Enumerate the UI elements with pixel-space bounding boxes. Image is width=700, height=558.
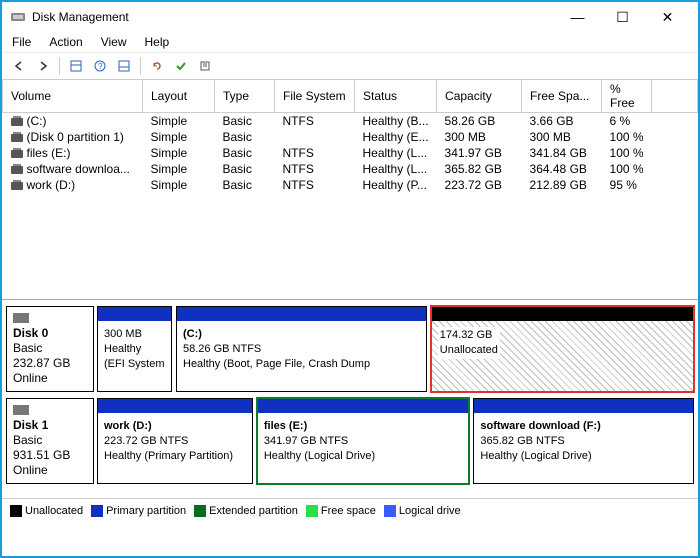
volume-list[interactable]: Volume Layout Type File System Status Ca… [2, 80, 698, 300]
properties-icon[interactable] [194, 55, 216, 77]
commit-icon[interactable] [170, 55, 192, 77]
legend-primary: Primary partition [106, 505, 186, 517]
volume-icon [11, 118, 23, 126]
volume-icon [11, 166, 23, 174]
menu-action[interactable]: Action [49, 35, 82, 49]
back-button[interactable] [8, 55, 30, 77]
disk1-part3[interactable]: software download (F:)365.82 GB NTFSHeal… [473, 398, 694, 484]
view-top-icon[interactable] [65, 55, 87, 77]
col-fs[interactable]: File System [275, 80, 355, 113]
col-layout[interactable]: Layout [143, 80, 215, 113]
disk-icon [13, 405, 29, 415]
menu-view[interactable]: View [101, 35, 127, 49]
disk1-label: Disk 1 [13, 418, 87, 432]
menubar: File Action View Help [2, 32, 698, 52]
help-icon[interactable]: ? [89, 55, 111, 77]
col-status[interactable]: Status [355, 80, 437, 113]
volume-icon [11, 150, 23, 158]
table-row[interactable]: work (D:)SimpleBasicNTFSHealthy (P...223… [3, 177, 698, 193]
volume-icon [11, 134, 23, 142]
titlebar: Disk Management — ☐ ✕ [2, 2, 698, 32]
refresh-icon[interactable] [146, 55, 168, 77]
disk0-label: Disk 0 [13, 326, 87, 340]
disk-map: Disk 0 Basic 232.87 GB Online 300 MBHeal… [2, 300, 698, 498]
col-volume[interactable]: Volume [3, 80, 143, 113]
menu-help[interactable]: Help [145, 35, 170, 49]
svg-text:?: ? [98, 62, 103, 71]
disk0-info[interactable]: Disk 0 Basic 232.87 GB Online [6, 306, 94, 392]
col-type[interactable]: Type [215, 80, 275, 113]
window-title: Disk Management [32, 10, 555, 24]
close-button[interactable]: ✕ [645, 3, 690, 31]
disk-icon [13, 313, 29, 323]
toolbar: ? [2, 52, 698, 80]
legend-free: Free space [321, 505, 376, 517]
disk1-size: 931.51 GB [13, 448, 87, 462]
table-row[interactable]: software downloa...SimpleBasicNTFSHealth… [3, 161, 698, 177]
col-spacer [652, 80, 698, 113]
disk0-unallocated[interactable]: 174.32 GBUnallocated [431, 306, 694, 392]
disk1-part1[interactable]: work (D:)223.72 GB NTFSHealthy (Primary … [97, 398, 253, 484]
legend-extended: Extended partition [209, 505, 298, 517]
disk0-part2[interactable]: (C:)58.26 GB NTFSHealthy (Boot, Page Fil… [176, 306, 427, 392]
menu-file[interactable]: File [12, 35, 31, 49]
disk0-part1[interactable]: 300 MBHealthy (EFI System [97, 306, 172, 392]
legend-unallocated: Unallocated [25, 505, 83, 517]
minimize-button[interactable]: — [555, 3, 600, 31]
forward-button[interactable] [32, 55, 54, 77]
col-capacity[interactable]: Capacity [437, 80, 522, 113]
table-row[interactable]: (C:)SimpleBasicNTFSHealthy (B...58.26 GB… [3, 113, 698, 130]
app-icon [10, 9, 26, 25]
volume-icon [11, 182, 23, 190]
disk0-size: 232.87 GB [13, 356, 87, 370]
table-row[interactable]: files (E:)SimpleBasicNTFSHealthy (L...34… [3, 145, 698, 161]
disk1-type: Basic [13, 433, 87, 447]
maximize-button[interactable]: ☐ [600, 3, 645, 31]
col-free[interactable]: Free Spa... [522, 80, 602, 113]
disk-row-1: Disk 1 Basic 931.51 GB Online work (D:)2… [6, 398, 694, 484]
legend: Unallocated Primary partition Extended p… [2, 498, 698, 523]
table-row[interactable]: (Disk 0 partition 1)SimpleBasicHealthy (… [3, 129, 698, 145]
disk0-status: Online [13, 371, 87, 385]
disk-row-0: Disk 0 Basic 232.87 GB Online 300 MBHeal… [6, 306, 694, 392]
col-pct[interactable]: % Free [602, 80, 652, 113]
disk1-status: Online [13, 463, 87, 477]
view-bottom-icon[interactable] [113, 55, 135, 77]
disk1-info[interactable]: Disk 1 Basic 931.51 GB Online [6, 398, 94, 484]
disk1-part2[interactable]: files (E:)341.97 GB NTFSHealthy (Logical… [257, 398, 470, 484]
disk0-type: Basic [13, 341, 87, 355]
legend-logical: Logical drive [399, 505, 461, 517]
